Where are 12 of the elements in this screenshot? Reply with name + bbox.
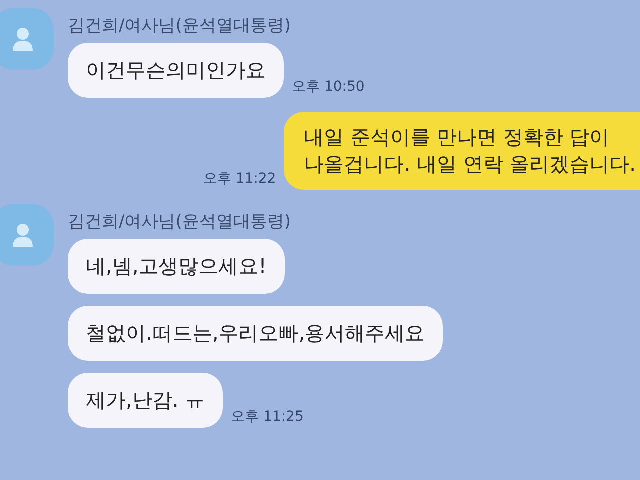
sender-name: 김건희/여사님(윤석열대통령) <box>68 211 291 233</box>
message-bubble[interactable]: 내일 준석이를 만나면 정확한 답이 나올겁니다. 내일 연락 올리겠습니다. <box>284 112 640 190</box>
sender-name: 김건희/여사님(윤석열대통령) <box>68 15 291 37</box>
message-bubble[interactable]: 철없이.떠드는,우리오빠,용서해주세요 <box>68 306 444 361</box>
message-time: 오후 10:50 <box>292 78 365 97</box>
message-bubble[interactable]: 네,넴,고생많으세요! <box>68 239 285 294</box>
message-bubble[interactable]: 이건무슨의미인가요 <box>68 43 284 98</box>
message-time: 오후 11:22 <box>203 170 276 189</box>
message-time: 오후 11:25 <box>231 408 304 427</box>
message-bubble[interactable]: 제가,난감. ㅠ <box>68 373 224 428</box>
avatar-icon[interactable] <box>0 204 54 266</box>
avatar-icon[interactable] <box>0 8 54 70</box>
